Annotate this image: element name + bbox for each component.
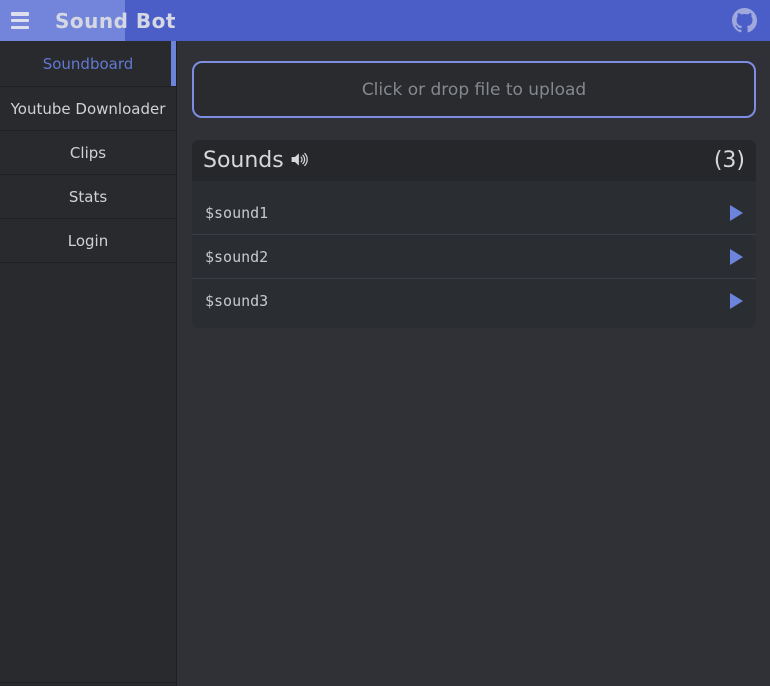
- sidebar-item-label: Youtube Downloader: [11, 100, 166, 118]
- sound-list: $sound1 $sound2 $sound3: [192, 181, 756, 328]
- file-upload-dropzone[interactable]: Click or drop file to upload: [192, 61, 756, 118]
- sidebar-item-clips[interactable]: Clips: [0, 131, 176, 175]
- github-icon[interactable]: [732, 8, 757, 33]
- sidebar-item-stats[interactable]: Stats: [0, 175, 176, 219]
- sound-name: $sound3: [205, 292, 268, 310]
- page-layout: Soundboard Youtube Downloader Clips Stats Lo…: [0, 41, 770, 686]
- sidebar-bottom-divider: [0, 682, 176, 686]
- app-title: Sound Bot: [55, 0, 176, 41]
- sound-row[interactable]: $sound1: [192, 191, 756, 235]
- app-header: Sound Bot: [0, 0, 770, 41]
- sidebar-item-label: Stats: [69, 188, 107, 206]
- sound-row[interactable]: $sound3: [192, 279, 756, 323]
- sidebar-nav: Soundboard Youtube Downloader Clips Stats Lo…: [0, 41, 177, 686]
- sounds-count: (3): [714, 148, 745, 173]
- sidebar-item-label: Login: [68, 232, 108, 250]
- main-content: Click or drop file to upload Sounds (3) …: [177, 41, 770, 686]
- play-icon[interactable]: [730, 293, 743, 309]
- hamburger-menu-icon[interactable]: [11, 12, 29, 29]
- play-icon[interactable]: [730, 205, 743, 221]
- sound-name: $sound2: [205, 248, 268, 266]
- speaker-icon: [289, 149, 310, 174]
- active-item-indicator: [171, 41, 176, 86]
- sound-row[interactable]: $sound2: [192, 235, 756, 279]
- sounds-panel-header: Sounds (3): [192, 140, 756, 181]
- play-icon[interactable]: [730, 249, 743, 265]
- sidebar-item-login[interactable]: Login: [0, 219, 176, 263]
- sidebar-item-soundboard[interactable]: Soundboard: [0, 41, 176, 87]
- upload-label: Click or drop file to upload: [362, 80, 586, 100]
- sound-name: $sound1: [205, 204, 268, 222]
- sounds-panel: Sounds (3) $sound1 $sound2 $sound3: [192, 140, 756, 328]
- sidebar-item-label: Soundboard: [43, 55, 134, 73]
- sounds-panel-title: Sounds: [203, 148, 284, 173]
- sidebar-item-youtube-downloader[interactable]: Youtube Downloader: [0, 87, 176, 131]
- sidebar-item-label: Clips: [70, 144, 106, 162]
